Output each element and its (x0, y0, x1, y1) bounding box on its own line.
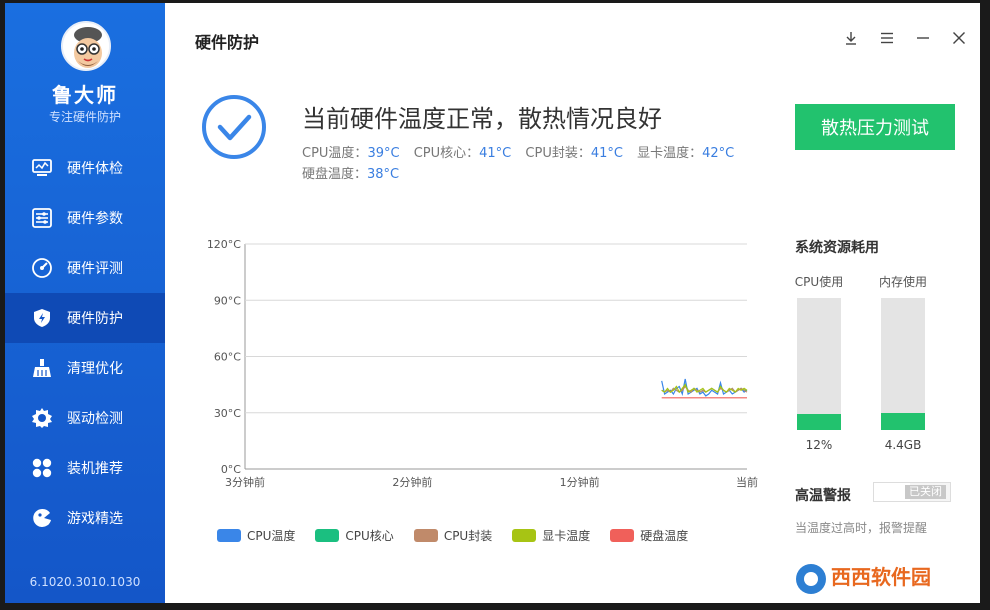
gpu-temp-readout: 显卡温度：42°C (637, 146, 735, 161)
high-temp-alarm-title: 高温警报 (795, 488, 851, 504)
sidebar-item-label: 装机推荐 (67, 461, 123, 477)
legend-label: 显卡温度 (542, 529, 591, 543)
legend-swatch (217, 529, 241, 542)
cpu-usage-value: 12% (805, 438, 833, 452)
x-tick-label: 3分钟前 (225, 475, 265, 489)
sidebar-item-cleanup[interactable]: 清理优化 (5, 343, 165, 393)
cpu-usage-label: CPU使用 (794, 275, 844, 289)
sidebar-item-label: 硬件防护 (67, 311, 123, 327)
download-icon (846, 32, 856, 45)
broom-icon (31, 357, 53, 379)
legend-item[interactable]: CPU温度 (217, 527, 295, 544)
legend-label: CPU核心 (345, 529, 394, 543)
app-window: 鲁大师 专注硬件防护 硬件体检 硬件参数 硬件评测 硬件防护 清理优化 驱动检测… (5, 3, 980, 603)
minimize-button[interactable] (912, 27, 934, 49)
gauge-icon (31, 257, 53, 279)
mascot-icon (63, 23, 109, 69)
legend-swatch (512, 529, 537, 542)
grid-icon (31, 457, 53, 479)
gamepad-icon (31, 507, 53, 529)
sidebar-item-hardware-check[interactable]: 硬件体检 (5, 143, 165, 193)
cpu-package-readout: CPU封装：41°C (525, 146, 623, 161)
temperature-chart: 120°C 90°C 60°C 30°C 0°C3分钟前 2分钟前 1分钟前 当前 (207, 238, 758, 489)
watermark-text-main: 西西软件园 (831, 565, 931, 589)
window-controls (840, 27, 970, 49)
close-icon (953, 32, 965, 44)
sidebar-item-label: 游戏精选 (67, 511, 123, 527)
y-tick-label: 0°C (221, 463, 241, 476)
stress-test-button[interactable]: 散热压力测试 (795, 104, 955, 150)
legend-item[interactable]: CPU核心 (315, 527, 394, 544)
sidebar-item-hardware-params[interactable]: 硬件参数 (5, 193, 165, 243)
x-tick-label: 1分钟前 (560, 475, 600, 489)
y-tick-label: 90°C (214, 294, 241, 307)
cpu-usage-bar (797, 298, 841, 430)
check-circle-icon (202, 95, 266, 159)
cpu-core-readout: CPU核心：41°C (413, 146, 512, 161)
sidebar-item-label: 硬件参数 (67, 211, 123, 227)
close-button[interactable] (948, 27, 970, 49)
y-tick-label: 120°C (207, 238, 241, 251)
series-line-0 (661, 378, 748, 397)
high-temp-alarm-description: 当温度过高时，报警提醒 (795, 521, 928, 535)
y-tick-label: 60°C (214, 351, 241, 364)
chart-legend: CPU温度 CPU核心 CPU封装 显卡温度 硬盘温度 (217, 527, 688, 544)
x-tick-label: 当前 (736, 475, 758, 489)
resources-title: 系统资源耗用 (795, 240, 879, 256)
legend-label: 硬盘温度 (640, 529, 689, 543)
version-label: 6.1020.3010.1030 (29, 575, 141, 589)
avatar[interactable] (61, 21, 111, 71)
cpu-usage-meter: CPU使用 12% (795, 273, 843, 452)
y-tick-label: 30°C (214, 407, 241, 420)
sidebar-item-games[interactable]: 游戏精选 (5, 493, 165, 543)
sidebar: 鲁大师 专注硬件防护 硬件体检 硬件参数 硬件评测 硬件防护 清理优化 驱动检测… (5, 3, 165, 603)
gear-icon (31, 407, 53, 429)
monitor-icon (31, 157, 53, 179)
disk-temp-readout: 硬盘温度：38°C (302, 167, 400, 182)
sidebar-item-label: 硬件体检 (67, 161, 123, 177)
legend-swatch (610, 529, 635, 542)
cpu-temp-readout: CPU温度：39°C (302, 146, 400, 161)
sidebar-item-driver-check[interactable]: 驱动检测 (5, 393, 165, 443)
legend-label: CPU封装 (443, 529, 493, 543)
page-title: 硬件防护 (195, 33, 260, 52)
status-title: 当前硬件温度正常，散热情况良好 (302, 105, 662, 133)
menu-icon (881, 32, 893, 44)
temperature-readouts: CPU温度：39°C CPU核心：41°C CPU封装：41°C 显卡温度：42… (302, 143, 772, 185)
menu-button[interactable] (876, 27, 898, 49)
legend-item[interactable]: 显卡温度 (512, 527, 590, 544)
legend-item[interactable]: CPU封装 (413, 527, 493, 544)
sidebar-item-hardware-protection[interactable]: 硬件防护 (5, 293, 165, 343)
legend-label: CPU温度 (247, 529, 296, 543)
sidebar-item-hardware-benchmark[interactable]: 硬件评测 (5, 243, 165, 293)
sidebar-item-label: 硬件评测 (67, 261, 123, 277)
minimize-icon (917, 37, 929, 39)
memory-usage-fill (881, 412, 925, 430)
memory-usage-value: 4.4GB (884, 438, 922, 452)
memory-usage-label: 内存使用 (878, 275, 927, 289)
sidebar-item-build-recommend[interactable]: 装机推荐 (5, 443, 165, 493)
x-tick-label: 2分钟前 (392, 475, 432, 489)
legend-item[interactable]: 硬盘温度 (610, 527, 688, 544)
sidebar-item-label: 清理优化 (67, 361, 123, 377)
download-button[interactable] (840, 27, 862, 49)
high-temp-alarm-toggle[interactable]: 已关闭 (873, 482, 951, 502)
sidebar-nav: 硬件体检 硬件参数 硬件评测 硬件防护 清理优化 驱动检测 装机推荐 游戏精选 (5, 143, 165, 543)
memory-usage-meter: 内存使用 4.4GB (879, 273, 927, 452)
sliders-icon (31, 207, 53, 229)
legend-swatch (413, 529, 438, 542)
brand-subtitle: 专注硬件防护 (48, 110, 121, 124)
memory-usage-bar (881, 298, 925, 430)
watermark-logo: 西西软件园 CR173.COM (796, 564, 947, 599)
cpu-usage-fill (797, 414, 841, 430)
legend-swatch (315, 529, 340, 542)
watermark-text-sub: CR173.COM (893, 589, 947, 599)
toggle-state-label: 已关闭 (905, 485, 946, 499)
brand-name: 鲁大师 (52, 83, 118, 107)
shield-icon (31, 307, 53, 329)
sidebar-item-label: 驱动检测 (67, 411, 123, 427)
